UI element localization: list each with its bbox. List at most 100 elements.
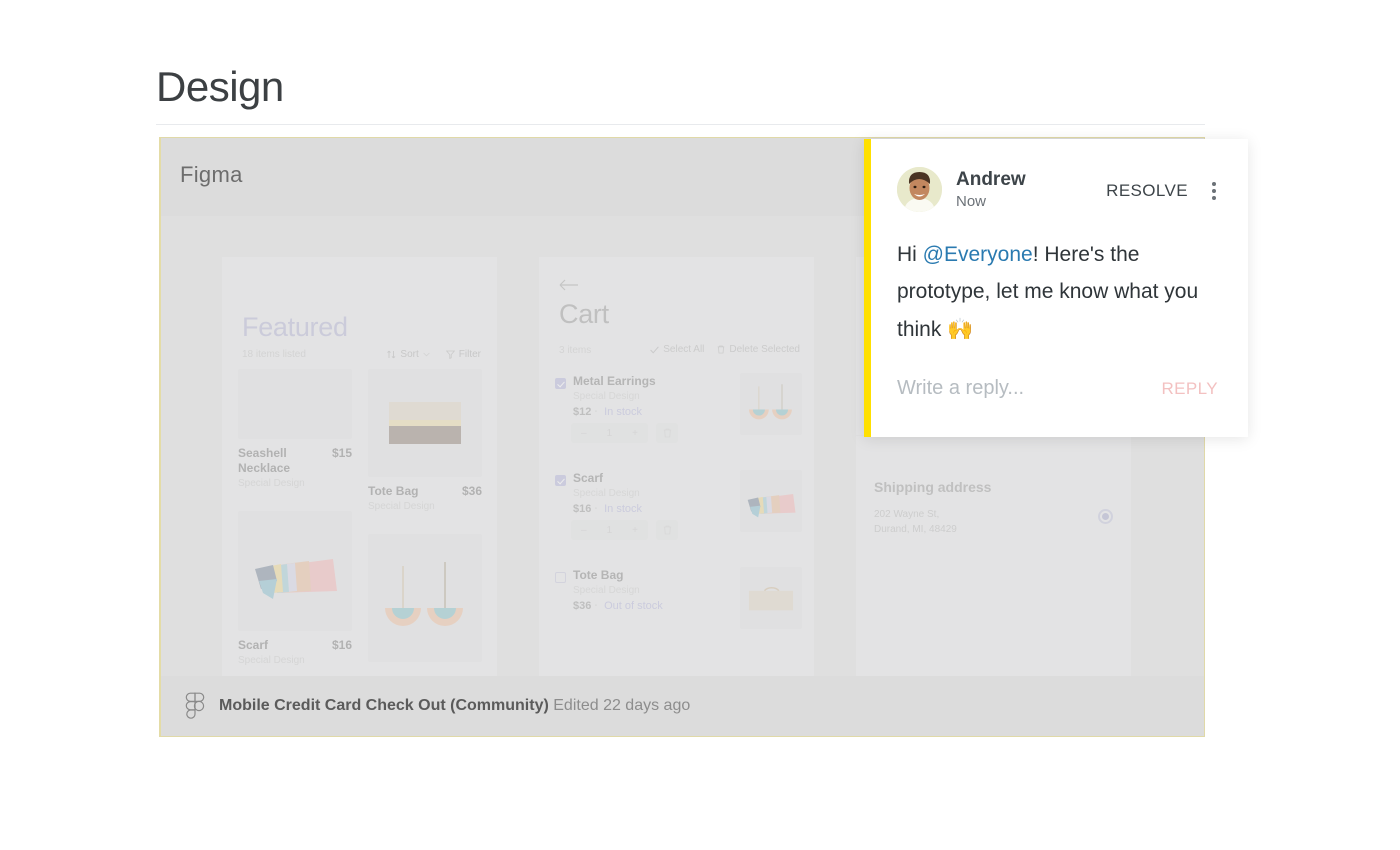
- tote-bag-illustration-icon: [748, 586, 794, 611]
- cart-header: Cart 3 items Select All Delete Selected: [539, 257, 814, 365]
- cart-item-name: Scarf: [573, 471, 604, 485]
- product-image: [238, 511, 352, 631]
- cart-item-thumbnail: [740, 567, 802, 629]
- product-price: $16: [331, 638, 352, 652]
- filter-button[interactable]: Filter: [445, 349, 481, 360]
- comment-author-name: Andrew: [956, 169, 1026, 191]
- featured-toolbar: Sort Filter: [387, 349, 481, 360]
- mention-everyone[interactable]: @Everyone: [923, 243, 1033, 266]
- embed-edited-time: Edited 22 days ago: [553, 697, 691, 714]
- qty-value: 1: [606, 524, 613, 536]
- cart-item-checkbox[interactable]: [555, 378, 566, 389]
- cart-item-price: $16: [573, 503, 592, 515]
- comment-card[interactable]: Andrew Now RESOLVE Hi @Everyone! Here's …: [864, 139, 1248, 437]
- avatar-photo: [897, 167, 942, 212]
- cart-toolbar: Select All Delete Selected: [650, 344, 800, 355]
- qty-value: 1: [606, 427, 613, 439]
- delete-selected-button[interactable]: Delete Selected: [717, 344, 800, 355]
- cart-item-list: Metal Earrings Special Design $12 · In st…: [539, 365, 814, 656]
- delete-item-button[interactable]: [656, 520, 678, 540]
- cart-title: Cart: [559, 299, 609, 329]
- reply-input[interactable]: Write a reply...: [897, 377, 1024, 400]
- comment-header: Andrew Now: [897, 167, 1026, 212]
- product-card[interactable]: [368, 534, 482, 662]
- delete-item-button[interactable]: [656, 423, 678, 443]
- product-desc: Special Design: [238, 478, 305, 489]
- cart-item-meta: $12 · In stock: [573, 406, 642, 418]
- embed-footer-text: Mobile Credit Card Check Out (Community)…: [219, 697, 690, 715]
- product-card[interactable]: Scarf $16 Special Design: [238, 511, 352, 666]
- scarf-illustration-icon: [747, 494, 796, 518]
- comment-body-prefix: Hi: [897, 243, 923, 266]
- filter-label: Filter: [458, 349, 481, 360]
- cart-item-name: Metal Earrings: [573, 374, 656, 388]
- trash-icon: [663, 428, 671, 438]
- cart-item-checkbox[interactable]: [555, 572, 566, 583]
- figma-logo-icon: [185, 692, 205, 719]
- cart-item-price: $12: [573, 406, 592, 418]
- qty-minus-button[interactable]: –: [581, 428, 587, 439]
- frame-cart[interactable]: Metal Earrings Special Design $12 · In st…: [539, 257, 814, 680]
- product-desc: Special Design: [368, 501, 435, 512]
- filter-icon: [445, 350, 455, 359]
- more-vertical-icon[interactable]: [1212, 179, 1216, 203]
- shipping-address-value: 202 Wayne St, Durand, MI, 48429: [874, 507, 957, 537]
- embed-file-name: Mobile Credit Card Check Out (Community): [219, 697, 549, 714]
- cart-items-count: 3 items: [559, 345, 592, 356]
- earrings-illustration-icon: [385, 562, 463, 626]
- page-title: Design: [156, 63, 284, 110]
- cart-item[interactable]: Tote Bag Special Design $36 · Out of stoc…: [539, 559, 814, 656]
- cart-item-checkbox[interactable]: [555, 475, 566, 486]
- featured-items-count: 18 items listed: [242, 349, 306, 360]
- featured-column-left: Seashell Necklace $15 Special Design Sca…: [238, 369, 352, 678]
- product-image: [238, 369, 352, 439]
- cart-item-desc: Special Design: [573, 488, 640, 499]
- cart-item-stock: In stock: [604, 503, 642, 515]
- cart-item-thumbnail: [740, 373, 802, 435]
- cart-item-desc: Special Design: [573, 391, 640, 402]
- select-all-button[interactable]: Select All: [650, 344, 704, 355]
- product-card[interactable]: Tote Bag $36 Special Design: [368, 369, 482, 512]
- product-price: $15: [331, 446, 352, 460]
- qty-plus-button[interactable]: +: [632, 525, 638, 536]
- shipping-line-2: Durand, MI, 48429: [874, 524, 957, 535]
- delete-selected-label: Delete Selected: [729, 344, 800, 355]
- trash-icon: [663, 525, 671, 535]
- cart-item-price: $36: [573, 600, 592, 612]
- scarf-illustration-icon: [255, 559, 337, 599]
- reply-button[interactable]: REPLY: [1162, 379, 1219, 399]
- cart-item-thumbnail: [740, 470, 802, 532]
- comment-author-block: Andrew Now: [956, 169, 1026, 210]
- select-all-label: Select All: [663, 344, 705, 355]
- sort-label: Sort: [400, 349, 419, 360]
- product-name: Tote Bag: [368, 484, 419, 498]
- product-name: Scarf: [238, 638, 269, 652]
- cart-item[interactable]: Metal Earrings Special Design $12 · In st…: [539, 365, 814, 462]
- comment-timestamp: Now: [956, 192, 987, 210]
- cart-item-stock: Out of stock: [604, 600, 663, 612]
- shipping-line-1: 202 Wayne St,: [874, 509, 940, 520]
- product-card[interactable]: Seashell Necklace $15 Special Design: [238, 369, 352, 489]
- product-price: $36: [461, 484, 482, 498]
- embed-footer: Mobile Credit Card Check Out (Community)…: [161, 676, 1204, 736]
- comment-body: Hi @Everyone! Here's the prototype, let …: [897, 236, 1227, 348]
- chevron-down-icon: [423, 352, 430, 357]
- quantity-stepper[interactable]: – 1 +: [571, 423, 648, 443]
- qty-minus-button[interactable]: –: [581, 525, 587, 536]
- title-divider: [156, 124, 1205, 125]
- arrow-left-icon[interactable]: [559, 279, 579, 291]
- qty-plus-button[interactable]: +: [632, 428, 638, 439]
- embed-source-label: Figma: [180, 162, 243, 187]
- resolve-button[interactable]: RESOLVE: [1106, 181, 1188, 201]
- cart-item[interactable]: Scarf Special Design $16 · In stock – 1 +: [539, 462, 814, 559]
- tote-bag-illustration-icon: [389, 402, 461, 444]
- shipping-address-title: Shipping address: [874, 479, 992, 495]
- frame-featured[interactable]: Seashell Necklace $15 Special Design Sca…: [222, 257, 497, 680]
- avatar[interactable]: [897, 167, 942, 212]
- sort-button[interactable]: Sort: [387, 349, 430, 360]
- quantity-stepper[interactable]: – 1 +: [571, 520, 648, 540]
- earrings-illustration-icon: [749, 384, 792, 420]
- featured-title: Featured: [242, 312, 348, 342]
- product-image: [368, 534, 482, 662]
- shipping-address-radio[interactable]: [1098, 509, 1113, 524]
